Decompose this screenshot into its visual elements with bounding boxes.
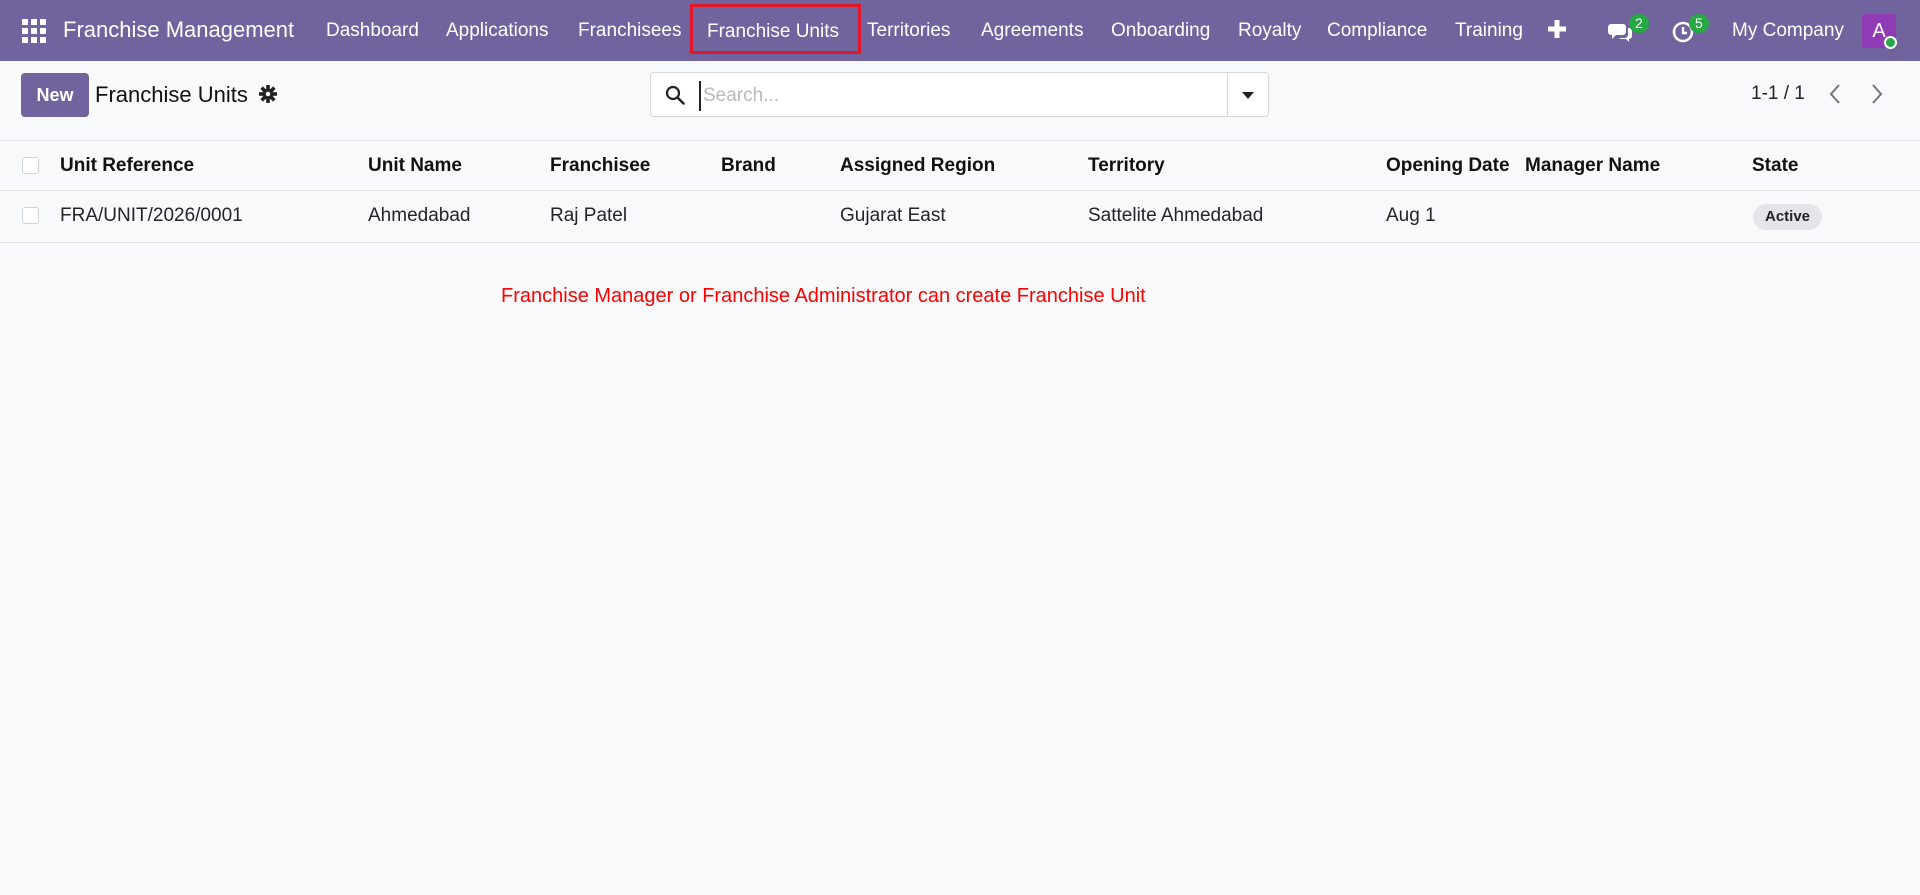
row-checkbox[interactable] [22, 207, 39, 224]
search-options-toggle[interactable] [1227, 73, 1268, 116]
search-bar [650, 72, 1269, 117]
pager-value[interactable]: 1-1 / 1 [1751, 83, 1805, 105]
app-brand[interactable]: Franchise Management [63, 17, 294, 43]
chevron-left-icon[interactable] [1825, 81, 1845, 107]
column-header-state[interactable]: State [1752, 141, 1798, 191]
franchise-units-table: Unit Reference Unit Name Franchisee Bran… [0, 140, 1920, 243]
select-all-checkbox[interactable] [22, 157, 39, 174]
menu-item-dashboard[interactable]: Dashboard [326, 0, 419, 61]
activities-count-badge: 5 [1689, 14, 1709, 33]
menu-item-royalty[interactable]: Royalty [1238, 0, 1301, 61]
status-badge: Active [1753, 204, 1823, 230]
menu-item-franchise-units[interactable]: Franchise Units [690, 4, 861, 54]
top-navbar: Franchise Management Dashboard Applicati… [0, 0, 1920, 61]
menu-item-territories[interactable]: Territories [867, 0, 950, 61]
column-header-opening-date[interactable]: Opening Date [1386, 141, 1510, 191]
search-input[interactable] [699, 81, 1205, 111]
apps-grid-icon[interactable] [22, 19, 46, 43]
chevron-right-icon[interactable] [1867, 81, 1887, 107]
cell-territory: Sattelite Ahmedabad [1088, 205, 1264, 226]
menu-item-compliance[interactable]: Compliance [1327, 0, 1427, 61]
menu-item-applications[interactable]: Applications [446, 0, 548, 61]
gear-icon[interactable] [259, 85, 277, 103]
table-row[interactable]: FRA/UNIT/2026/0001 Ahmedabad Raj Patel G… [0, 191, 1920, 243]
table-header: Unit Reference Unit Name Franchisee Bran… [0, 140, 1920, 191]
annotation-note: Franchise Manager or Franchise Administr… [501, 285, 1146, 307]
column-header-unit-name[interactable]: Unit Name [368, 141, 462, 191]
search-icon [665, 85, 685, 105]
column-header-unit-reference[interactable]: Unit Reference [60, 141, 194, 191]
column-header-manager-name[interactable]: Manager Name [1525, 141, 1660, 191]
new-button[interactable]: New [21, 73, 89, 117]
column-header-assigned-region[interactable]: Assigned Region [840, 141, 995, 191]
cell-assigned-region: Gujarat East [840, 205, 946, 226]
presence-indicator [1884, 36, 1897, 49]
messages-count-badge: 2 [1629, 14, 1649, 33]
company-switcher[interactable]: My Company [1732, 0, 1844, 61]
column-header-territory[interactable]: Territory [1088, 141, 1165, 191]
cell-unit-reference: FRA/UNIT/2026/0001 [60, 205, 243, 226]
cell-franchisee: Raj Patel [550, 205, 628, 226]
column-header-franchisee[interactable]: Franchisee [550, 141, 650, 191]
menu-item-training[interactable]: Training [1455, 0, 1523, 61]
menu-item-franchisees[interactable]: Franchisees [578, 0, 682, 61]
cell-unit-name: Ahmedabad [368, 205, 471, 226]
page-title: Franchise Units [95, 82, 248, 107]
column-header-brand[interactable]: Brand [721, 141, 776, 191]
menu-item-onboarding[interactable]: Onboarding [1111, 0, 1210, 61]
plus-icon[interactable] [1548, 20, 1566, 38]
menu-item-agreements[interactable]: Agreements [981, 0, 1083, 61]
cell-opening-date: Aug 1 [1386, 205, 1436, 226]
chevron-down-icon [1242, 92, 1254, 99]
